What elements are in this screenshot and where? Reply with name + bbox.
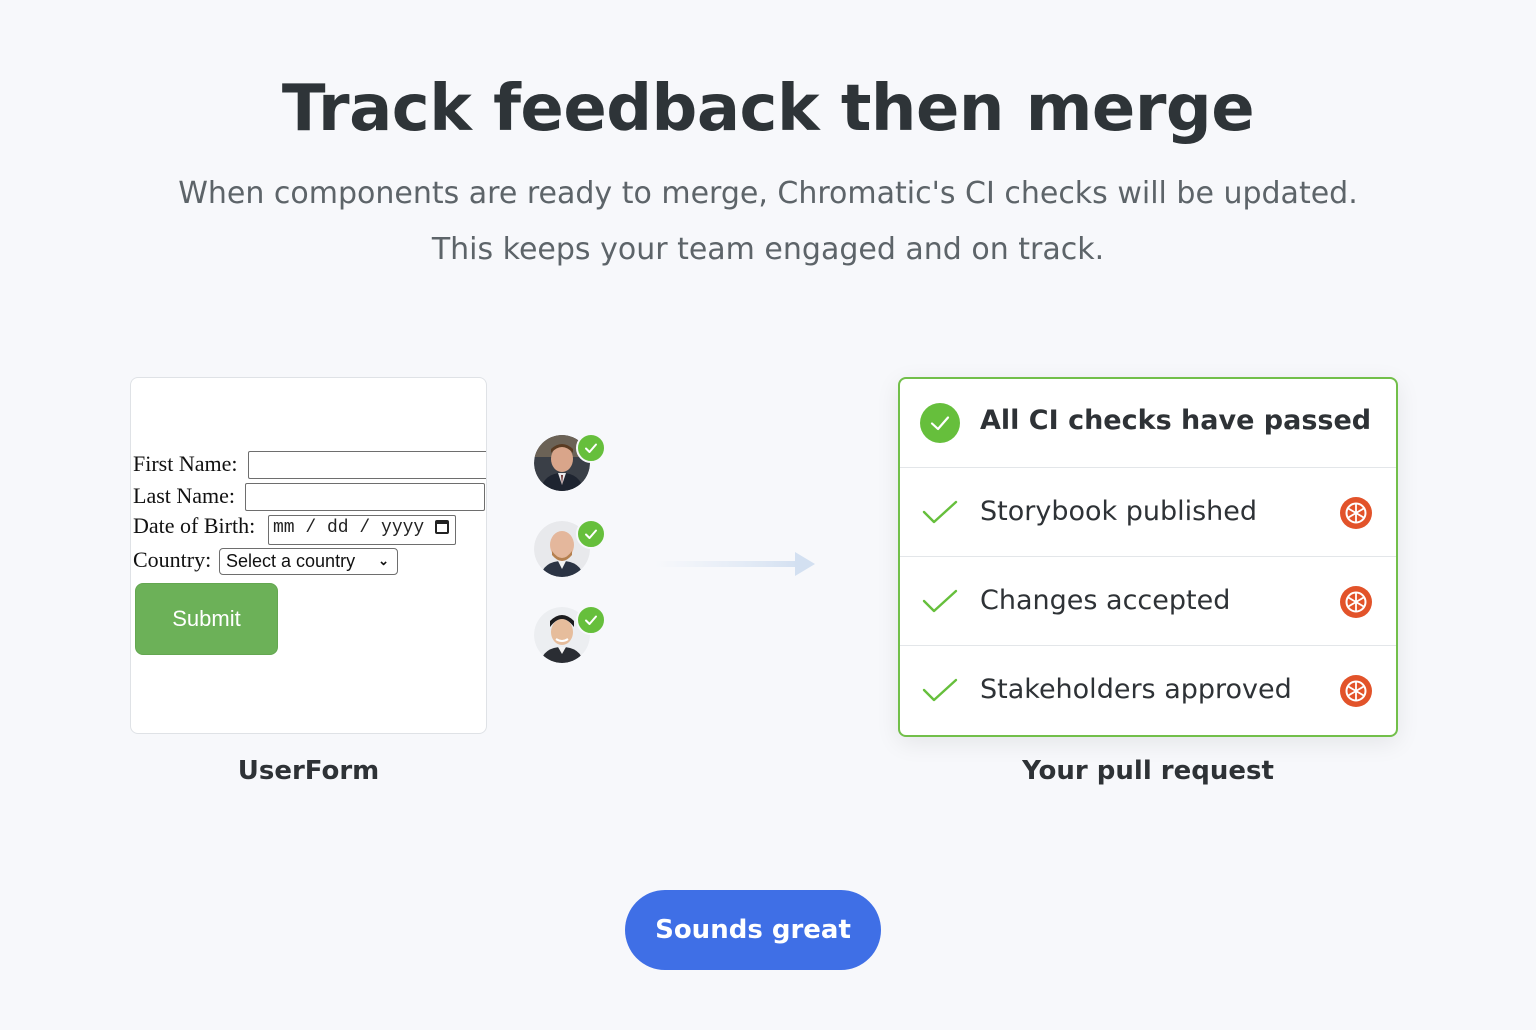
chromatic-icon (1340, 586, 1372, 618)
arrow-right-icon (655, 552, 815, 576)
ci-check-row: Stakeholders approved (900, 646, 1396, 735)
reviewer-avatar-2 (534, 519, 606, 577)
ci-check-label: Stakeholders approved (980, 674, 1292, 705)
country-select[interactable]: Select a country ⌄ (219, 548, 398, 575)
last-name-label: Last Name: (133, 483, 236, 508)
first-name-label: First Name: (133, 451, 238, 476)
ci-check-label: Changes accepted (980, 585, 1231, 616)
country-label: Country: (133, 547, 212, 572)
ci-status-header: All CI checks have passed (900, 379, 1396, 468)
pull-request-caption: Your pull request (1022, 756, 1274, 786)
pull-request-checks-card: All CI checks have passed Storybook publ… (898, 377, 1398, 737)
check-circle-icon (920, 403, 960, 443)
submit-button[interactable]: Submit (135, 583, 278, 655)
approved-check-badge (576, 433, 606, 463)
reviewer-avatar-1 (534, 433, 606, 491)
ci-check-label: Storybook published (980, 496, 1258, 527)
check-icon (585, 615, 597, 625)
story-preview-card: First Name: Last Name: Date of Birth: mm… (130, 377, 487, 734)
ci-status-title: All CI checks have passed (980, 405, 1372, 436)
page-title: Track feedback then merge (281, 72, 1255, 146)
check-icon (585, 529, 597, 539)
dob-placeholder: mm / dd / yyyy (273, 518, 425, 538)
reviewer-avatar-3 (534, 605, 606, 663)
dob-input[interactable]: mm / dd / yyyy (268, 515, 456, 545)
approved-check-badge (576, 605, 606, 635)
last-name-input[interactable] (245, 483, 485, 511)
chevron-down-icon: ⌄ (378, 553, 389, 568)
first-name-input[interactable] (248, 451, 486, 479)
check-icon (585, 443, 597, 453)
country-select-value: Select a country (226, 551, 356, 571)
chromatic-icon (1340, 675, 1372, 707)
page: Track feedback then merge When component… (0, 0, 1536, 1030)
check-icon (922, 589, 958, 613)
ci-check-row: Storybook published (900, 468, 1396, 557)
chromatic-icon (1340, 497, 1372, 529)
approved-check-badge (576, 519, 606, 549)
page-subtitle: When components are ready to merge, Chro… (178, 176, 1358, 267)
sounds-great-button[interactable]: Sounds great (625, 890, 881, 970)
ci-check-row: Changes accepted (900, 557, 1396, 646)
calendar-icon[interactable] (435, 520, 449, 534)
story-caption: UserForm (237, 756, 380, 786)
check-icon (922, 500, 958, 524)
check-icon (922, 678, 958, 702)
check-icon (930, 416, 950, 431)
dob-label: Date of Birth: (133, 513, 256, 538)
